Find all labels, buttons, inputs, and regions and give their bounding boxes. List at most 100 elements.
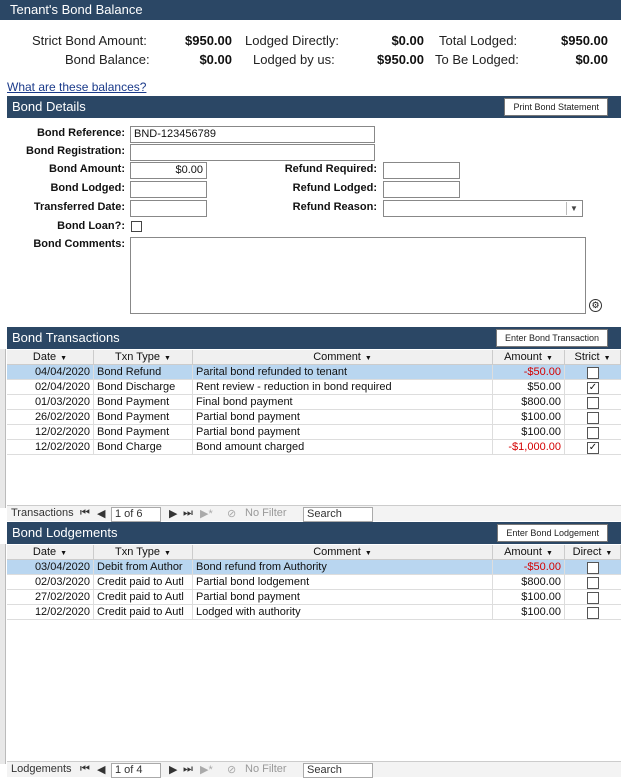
- row-amount[interactable]: $50.00: [493, 380, 565, 395]
- strict-checkbox[interactable]: [587, 367, 599, 379]
- next-record-icon[interactable]: ▶: [169, 763, 177, 776]
- row-date[interactable]: 26/02/2020: [7, 410, 94, 425]
- row-amount[interactable]: $100.00: [493, 425, 565, 440]
- enter-bond-transaction-button[interactable]: Enter Bond Transaction: [495, 329, 608, 347]
- row-comment[interactable]: Bond refund from Authority: [193, 560, 493, 575]
- last-record-icon[interactable]: ⏭: [183, 763, 193, 776]
- table-row[interactable]: 12/02/2020 Bond Payment Partial bond payme…: [7, 425, 621, 440]
- row-date[interactable]: 03/04/2020: [7, 560, 94, 575]
- direct-checkbox[interactable]: [587, 607, 599, 619]
- row-txn-type[interactable]: Credit paid to Autl: [94, 590, 193, 605]
- prev-record-icon[interactable]: ◀: [97, 507, 105, 520]
- table-row[interactable]: 02/03/2020 Credit paid to Autl Partial bon…: [7, 575, 621, 590]
- table-row[interactable]: 03/04/2020 Debit from Author Bond refund f…: [7, 560, 621, 575]
- row-comment[interactable]: Bond amount charged: [193, 440, 493, 455]
- new-record-icon[interactable]: ▶*: [200, 507, 213, 520]
- row-comment[interactable]: Final bond payment: [193, 395, 493, 410]
- filter-icon[interactable]: ⊘: [227, 763, 236, 776]
- row-amount[interactable]: $800.00: [493, 575, 565, 590]
- table-row[interactable]: 12/02/2020 Bond Charge Bond amount charged…: [7, 440, 621, 455]
- col-txn-type[interactable]: Txn Type ▼: [94, 350, 193, 365]
- strict-checkbox[interactable]: [587, 412, 599, 424]
- bond-amount-field[interactable]: $0.00: [130, 162, 207, 179]
- row-date[interactable]: 01/03/2020: [7, 395, 94, 410]
- prev-record-icon[interactable]: ◀: [97, 763, 105, 776]
- new-record-icon[interactable]: ▶*: [200, 763, 213, 776]
- row-comment[interactable]: Partial bond payment: [193, 410, 493, 425]
- next-record-icon[interactable]: ▶: [169, 507, 177, 520]
- row-date[interactable]: 12/02/2020: [7, 425, 94, 440]
- row-date[interactable]: 02/03/2020: [7, 575, 94, 590]
- row-amount[interactable]: -$50.00: [493, 365, 565, 380]
- table-row[interactable]: 12/02/2020 Credit paid to Autl Lodged with…: [7, 605, 621, 620]
- table-row[interactable]: 02/04/2020 Bond Discharge Rent review - re…: [7, 380, 621, 395]
- row-comment[interactable]: Partial bond payment: [193, 590, 493, 605]
- record-position[interactable]: 1 of 6: [111, 507, 161, 522]
- col-comment[interactable]: Comment ▼: [193, 545, 493, 560]
- record-selector-strip[interactable]: [0, 544, 6, 764]
- filter-icon[interactable]: ⊘: [227, 507, 236, 520]
- row-txn-type[interactable]: Debit from Author: [94, 560, 193, 575]
- bond-loan-checkbox[interactable]: [131, 221, 142, 232]
- record-position[interactable]: 1 of 4: [111, 763, 161, 778]
- row-amount[interactable]: $100.00: [493, 605, 565, 620]
- strict-checkbox[interactable]: ✓: [587, 442, 599, 454]
- row-txn-type[interactable]: Bond Payment: [94, 395, 193, 410]
- col-comment[interactable]: Comment ▼: [193, 350, 493, 365]
- no-filter-label[interactable]: No Filter: [245, 763, 287, 775]
- row-date[interactable]: 12/02/2020: [7, 605, 94, 620]
- balances-help-link[interactable]: What are these balances?: [7, 80, 146, 94]
- record-selector-strip[interactable]: [0, 349, 6, 508]
- row-date[interactable]: 02/04/2020: [7, 380, 94, 395]
- table-row[interactable]: 04/04/2020 Bond Refund Parital bond refund…: [7, 365, 621, 380]
- zoom-icon[interactable]: ⚙: [589, 299, 602, 312]
- first-record-icon[interactable]: ⏮: [80, 763, 90, 776]
- strict-checkbox[interactable]: [587, 397, 599, 409]
- first-record-icon[interactable]: ⏮: [80, 507, 90, 520]
- row-amount[interactable]: $100.00: [493, 590, 565, 605]
- strict-checkbox[interactable]: [587, 427, 599, 439]
- row-txn-type[interactable]: Credit paid to Autl: [94, 605, 193, 620]
- refund-lodged-field[interactable]: [383, 181, 460, 198]
- col-strict[interactable]: Strict ▼: [565, 350, 621, 365]
- row-txn-type[interactable]: Bond Payment: [94, 425, 193, 440]
- bond-lodged-field[interactable]: [130, 181, 207, 198]
- row-txn-type[interactable]: Bond Refund: [94, 365, 193, 380]
- enter-bond-lodgement-button[interactable]: Enter Bond Lodgement: [497, 524, 608, 542]
- row-comment[interactable]: Parital bond refunded to tenant: [193, 365, 493, 380]
- col-direct[interactable]: Direct ▼: [565, 545, 621, 560]
- row-amount[interactable]: $100.00: [493, 410, 565, 425]
- bond-reference-field[interactable]: BND-123456789: [130, 126, 375, 143]
- row-txn-type[interactable]: Bond Payment: [94, 410, 193, 425]
- row-amount[interactable]: $800.00: [493, 395, 565, 410]
- bond-comments-field[interactable]: [130, 237, 586, 314]
- table-row[interactable]: 27/02/2020 Credit paid to Autl Partial bon…: [7, 590, 621, 605]
- refund-reason-select[interactable]: ▼: [383, 200, 583, 217]
- direct-checkbox[interactable]: [587, 592, 599, 604]
- no-filter-label[interactable]: No Filter: [245, 507, 287, 519]
- last-record-icon[interactable]: ⏭: [183, 507, 193, 520]
- row-txn-type[interactable]: Credit paid to Autl: [94, 575, 193, 590]
- search-input[interactable]: Search: [303, 763, 373, 778]
- row-amount[interactable]: -$50.00: [493, 560, 565, 575]
- row-comment[interactable]: Rent review - reduction in bond required: [193, 380, 493, 395]
- transferred-date-field[interactable]: [130, 200, 207, 217]
- row-comment[interactable]: Partial bond lodgement: [193, 575, 493, 590]
- col-date[interactable]: Date ▼: [7, 545, 94, 560]
- col-amount[interactable]: Amount ▼: [493, 350, 565, 365]
- row-date[interactable]: 12/02/2020: [7, 440, 94, 455]
- search-input[interactable]: Search: [303, 507, 373, 522]
- row-amount[interactable]: -$1,000.00: [493, 440, 565, 455]
- row-comment[interactable]: Partial bond payment: [193, 425, 493, 440]
- direct-checkbox[interactable]: [587, 577, 599, 589]
- strict-checkbox[interactable]: ✓: [587, 382, 599, 394]
- row-date[interactable]: 27/02/2020: [7, 590, 94, 605]
- chevron-down-icon[interactable]: ▼: [566, 202, 581, 215]
- direct-checkbox[interactable]: [587, 562, 599, 574]
- col-amount[interactable]: Amount ▼: [493, 545, 565, 560]
- bond-registration-field[interactable]: [130, 144, 375, 161]
- table-row[interactable]: 01/03/2020 Bond Payment Final bond payment…: [7, 395, 621, 410]
- row-txn-type[interactable]: Bond Charge: [94, 440, 193, 455]
- table-row[interactable]: 26/02/2020 Bond Payment Partial bond payme…: [7, 410, 621, 425]
- col-txn-type[interactable]: Txn Type ▼: [94, 545, 193, 560]
